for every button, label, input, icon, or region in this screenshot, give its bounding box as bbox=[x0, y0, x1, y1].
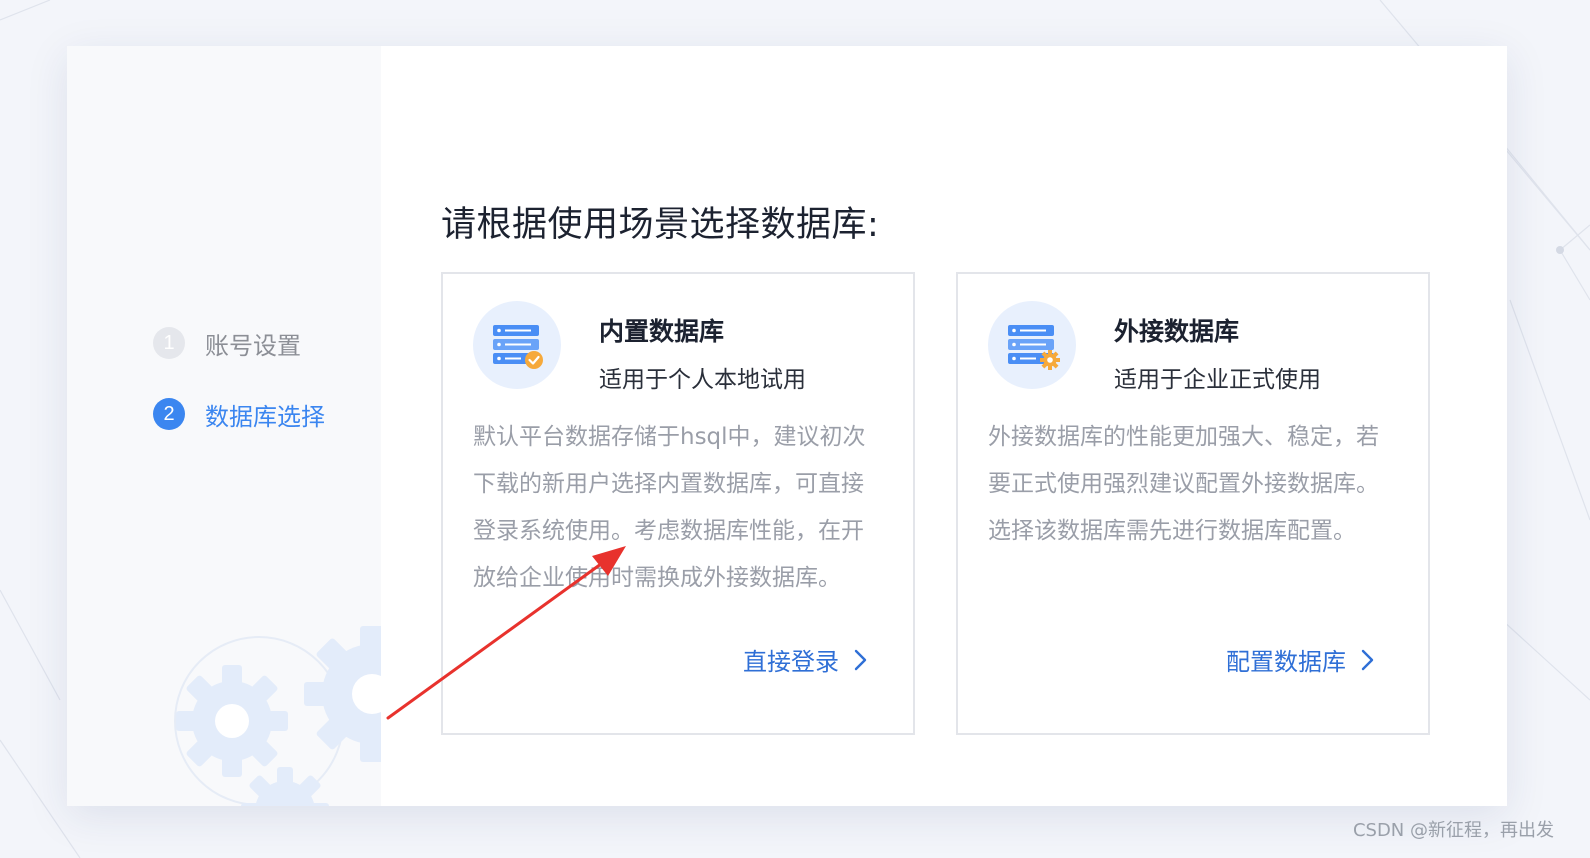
step-label: 账号设置 bbox=[205, 331, 301, 360]
card-title: 外接数据库 bbox=[1114, 317, 1240, 346]
page-title: 请根据使用场景选择数据库: bbox=[441, 205, 880, 245]
step-number-badge: 1 bbox=[153, 327, 185, 359]
chevron-right-icon bbox=[1361, 649, 1374, 670]
gears-decoration-icon bbox=[174, 626, 381, 806]
card-description: 外接数据库的性能更加强大、稳定，若要正式使用强烈建议配置外接数据库。选择该数据库… bbox=[988, 424, 1379, 544]
database-server-check-icon bbox=[473, 301, 561, 389]
card-subtitle: 适用于个人本地试用 bbox=[599, 367, 806, 393]
step-database-selection: 2 数据库选择 bbox=[153, 397, 325, 431]
setup-panel: 1 账号设置 2 数据库选择 请根据使用场景选择数据库: 内置数据库 适用于个人… bbox=[67, 46, 1507, 806]
card-subtitle: 适用于企业正式使用 bbox=[1114, 367, 1321, 393]
step-account-settings: 1 账号设置 bbox=[153, 326, 301, 360]
configure-database-link[interactable]: 配置数据库 bbox=[1226, 642, 1376, 677]
watermark: CSDN @新征程，再出发 bbox=[1352, 820, 1554, 841]
direct-login-label: 直接登录 bbox=[743, 648, 839, 676]
step-number-badge: 2 bbox=[153, 398, 185, 430]
direct-login-link[interactable]: 直接登录 bbox=[743, 642, 869, 677]
card-description: 默认平台数据存储于hsql中，建议初次下载的新用户选择内置数据库，可直接登录系统… bbox=[473, 424, 866, 591]
card-title: 内置数据库 bbox=[599, 317, 725, 346]
configure-database-label: 配置数据库 bbox=[1226, 648, 1346, 676]
external-database-card[interactable]: 外接数据库 适用于企业正式使用 外接数据库的性能更加强大、稳定，若要正式使用强烈… bbox=[956, 272, 1430, 735]
step-label: 数据库选择 bbox=[205, 402, 325, 431]
chevron-right-icon bbox=[854, 649, 867, 670]
builtin-database-card[interactable]: 内置数据库 适用于个人本地试用 默认平台数据存储于hsql中，建议初次下载的新用… bbox=[441, 272, 915, 735]
steps-sidebar: 1 账号设置 2 数据库选择 bbox=[67, 46, 381, 806]
database-server-gear-icon bbox=[988, 301, 1076, 389]
